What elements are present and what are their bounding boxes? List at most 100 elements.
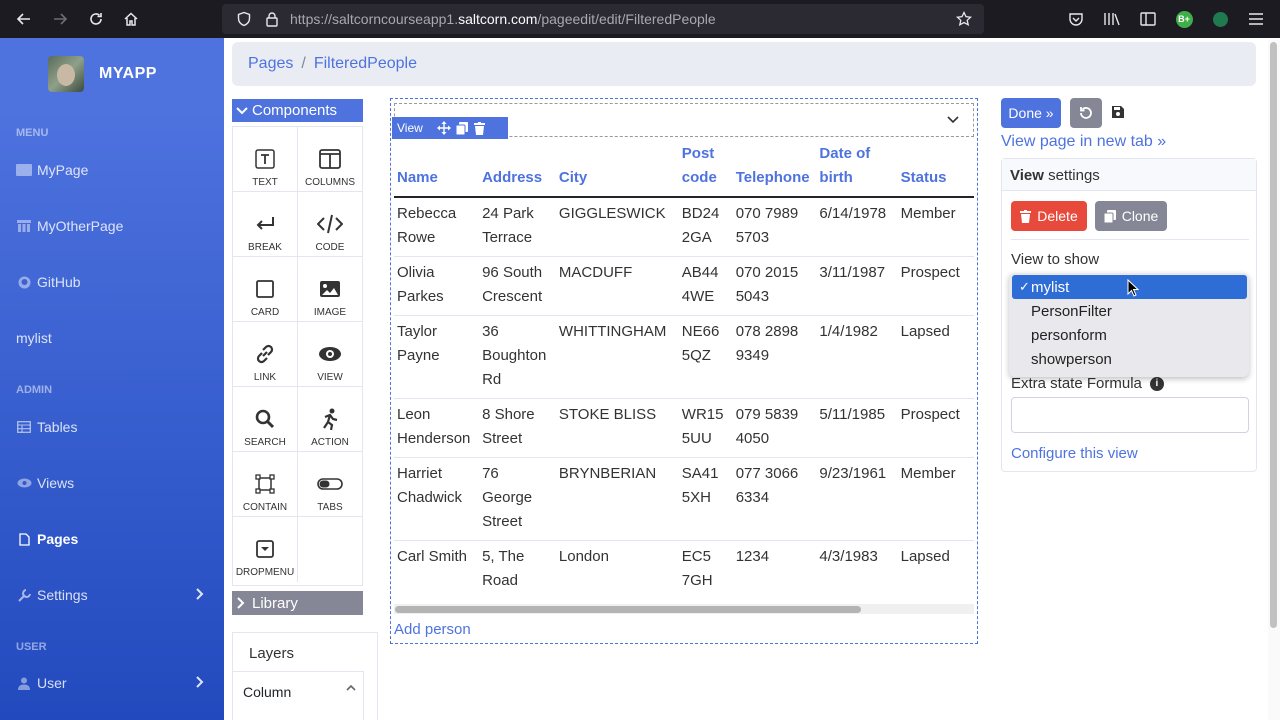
card-icon — [256, 277, 274, 301]
configure-view-link[interactable]: Configure this view — [1011, 445, 1138, 462]
reload-icon[interactable] — [86, 9, 106, 29]
pocket-icon[interactable] — [1066, 9, 1086, 29]
sidebar-item-label: mylist — [16, 330, 52, 346]
component-card[interactable]: CARD — [233, 257, 298, 322]
sidebar-item-pages[interactable]: Pages — [16, 528, 208, 550]
sidebar-item-views[interactable]: Views — [16, 472, 208, 494]
column-header-address[interactable]: Address — [479, 138, 556, 198]
view-to-show-label: View to show — [1011, 251, 1100, 268]
divider — [1011, 239, 1249, 240]
layer-item-column[interactable]: Column — [243, 684, 291, 700]
option-personfilter[interactable]: PersonFilter — [1009, 299, 1249, 323]
library-title: Library — [252, 594, 298, 612]
grammarly-icon[interactable] — [1210, 9, 1230, 29]
clone-button[interactable]: Clone — [1095, 201, 1167, 231]
menu-section-label: MENU — [16, 127, 49, 139]
undo-button[interactable] — [1070, 98, 1102, 128]
chevron-up-icon[interactable] — [346, 681, 356, 695]
link-icon — [254, 342, 276, 366]
component-label: CODE — [315, 242, 345, 253]
component-label: COLUMNS — [304, 177, 355, 188]
add-person-link[interactable]: Add person — [394, 621, 471, 638]
file-icon — [16, 532, 32, 546]
toggle-icon — [317, 472, 343, 496]
done-button[interactable]: Done » — [1001, 98, 1061, 128]
save-button[interactable] — [1108, 102, 1128, 122]
chevron-down-icon[interactable] — [946, 112, 960, 130]
columns-icon — [319, 147, 341, 171]
component-image[interactable]: IMAGE — [298, 257, 363, 322]
forward-arrow-icon[interactable] — [50, 9, 70, 29]
component-search[interactable]: SEARCH — [233, 387, 298, 452]
components-header[interactable]: Components — [232, 99, 363, 122]
view-settings-header: View settings — [1002, 159, 1256, 191]
info-icon[interactable]: i — [1149, 376, 1164, 391]
column-header-telephone[interactable]: Telephone — [732, 138, 817, 198]
component-code[interactable]: CODE — [298, 192, 363, 257]
sidebar-item-settings[interactable]: Settings — [16, 584, 208, 606]
breadcrumb-current[interactable]: FilteredPeople — [314, 55, 417, 73]
scrollbar-thumb[interactable] — [395, 606, 861, 613]
sidebar-item-github[interactable]: GitHub — [16, 271, 208, 293]
hamburger-menu-icon[interactable] — [1246, 9, 1266, 29]
table-horizontal-scrollbar[interactable] — [394, 604, 974, 614]
extension-icon[interactable]: B+ — [1174, 9, 1194, 29]
people-table: Name Address City Post code Telephone Dat… — [394, 138, 974, 588]
component-text[interactable]: TEXT — [233, 127, 298, 192]
sidebar-item-user[interactable]: User — [16, 672, 208, 694]
option-showperson[interactable]: showperson — [1009, 347, 1249, 371]
table-row: Rebecca Rowe 24 Park Terrace GIGGLESWICK B… — [394, 197, 974, 257]
app-name: MYAPP — [99, 65, 157, 82]
scrollbar-thumb[interactable] — [1270, 42, 1277, 628]
library-icon[interactable] — [1102, 9, 1122, 29]
back-arrow-icon[interactable] — [14, 9, 34, 29]
bookmark-star-icon[interactable] — [954, 9, 974, 29]
home-icon[interactable] — [121, 9, 141, 29]
brand[interactable]: MYAPP — [48, 56, 157, 92]
floppy-disk-icon — [1112, 106, 1124, 118]
extra-state-formula-input[interactable] — [1011, 397, 1249, 433]
component-columns[interactable]: COLUMNS — [298, 127, 363, 192]
component-tabs[interactable]: TABS — [298, 452, 363, 517]
component-dropmenu[interactable]: DROPMENU — [233, 517, 298, 582]
extension-badge: B+ — [1175, 10, 1193, 28]
code-icon — [317, 212, 343, 236]
option-personform[interactable]: personform — [1009, 323, 1249, 347]
sidebar-item-mypage[interactable]: MyPage — [16, 159, 208, 181]
delete-button[interactable]: Delete — [1011, 201, 1087, 231]
table-row: Harriet Chadwick 76 George Street BRYNBERIA… — [394, 457, 974, 541]
running-icon — [321, 407, 339, 431]
sidebar-item-label: Settings — [37, 587, 88, 603]
component-label: BREAK — [248, 242, 282, 253]
move-icon[interactable] — [436, 121, 451, 135]
component-view[interactable]: VIEW — [298, 322, 363, 387]
view-page-new-tab-link[interactable]: View page in new tab » — [1001, 133, 1166, 151]
sidebar-toggle-icon[interactable] — [1138, 9, 1158, 29]
column-header-status[interactable]: Status — [897, 138, 974, 198]
table-row: Olivia Parkes 96 South Crescent MACDUFF AB… — [394, 256, 974, 316]
component-link[interactable]: LINK — [233, 322, 298, 387]
component-label: ACTION — [311, 437, 349, 448]
trash-icon[interactable] — [473, 121, 487, 135]
page-icon — [16, 219, 32, 233]
column-header-city[interactable]: City — [555, 138, 679, 198]
column-header-date-of-birth[interactable]: Date of birth — [816, 138, 898, 198]
component-action[interactable]: ACTION — [298, 387, 363, 452]
page-vertical-scrollbar[interactable] — [1268, 40, 1280, 720]
column-header-name[interactable]: Name — [394, 138, 480, 198]
component-contain[interactable]: CONTAIN — [233, 452, 298, 517]
breadcrumb-pages-link[interactable]: Pages — [248, 55, 293, 73]
copy-icon[interactable] — [455, 121, 469, 135]
sidebar-item-mylist[interactable]: mylist — [16, 327, 208, 349]
sidebar-item-tables[interactable]: Tables — [16, 416, 208, 438]
image-icon — [319, 277, 341, 301]
search-icon — [255, 407, 275, 431]
column-header-post-code[interactable]: Post code — [678, 138, 733, 198]
chevron-right-icon — [196, 675, 204, 691]
sidebar-item-myotherpage[interactable]: MyOtherPage — [16, 215, 208, 237]
library-header[interactable]: Library — [232, 591, 363, 615]
return-icon — [255, 212, 275, 236]
shield-icon[interactable] — [234, 9, 254, 29]
component-break[interactable]: BREAK — [233, 192, 298, 257]
table-row: Taylor Payne 36 Boughton Rd WHITTINGHAM NE6… — [394, 315, 974, 399]
